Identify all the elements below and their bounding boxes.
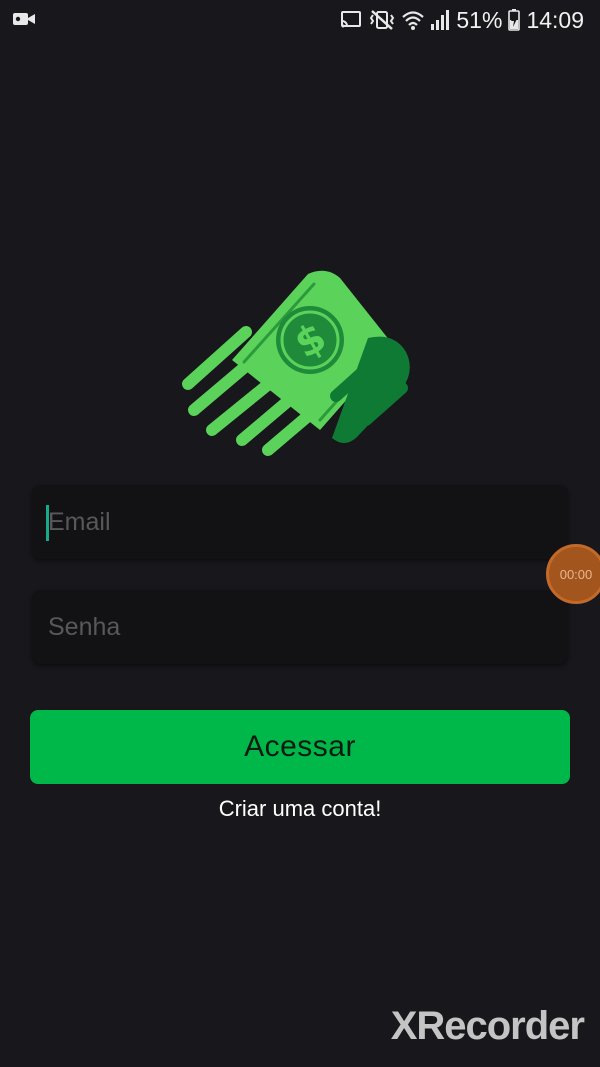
password-input[interactable] (48, 590, 548, 664)
battery-percent: 51% (456, 7, 503, 33)
flying-money-logo: $ (180, 262, 420, 462)
status-icons: 51% 14:09 (340, 6, 584, 34)
email-field[interactable] (32, 485, 568, 559)
recorder-timer: 00:00 (559, 566, 593, 582)
create-account-link[interactable]: Criar uma conta! (0, 796, 600, 822)
status-bar: 51% 14:09 (0, 0, 600, 40)
video-camera-icon (12, 10, 36, 33)
clock: 14:09 (526, 7, 584, 33)
cast-icon (340, 10, 362, 30)
wifi-icon (402, 9, 425, 31)
battery-charging-icon (508, 9, 521, 31)
xrecorder-watermark: XRecorder (390, 1004, 585, 1048)
recorder-timer-bubble[interactable]: 00:00 (546, 544, 600, 604)
password-field[interactable] (32, 590, 568, 664)
access-button[interactable]: Acessar (30, 710, 570, 784)
signal-icon (430, 9, 450, 31)
vibrate-mute-icon (368, 9, 396, 31)
email-input[interactable] (48, 485, 548, 559)
